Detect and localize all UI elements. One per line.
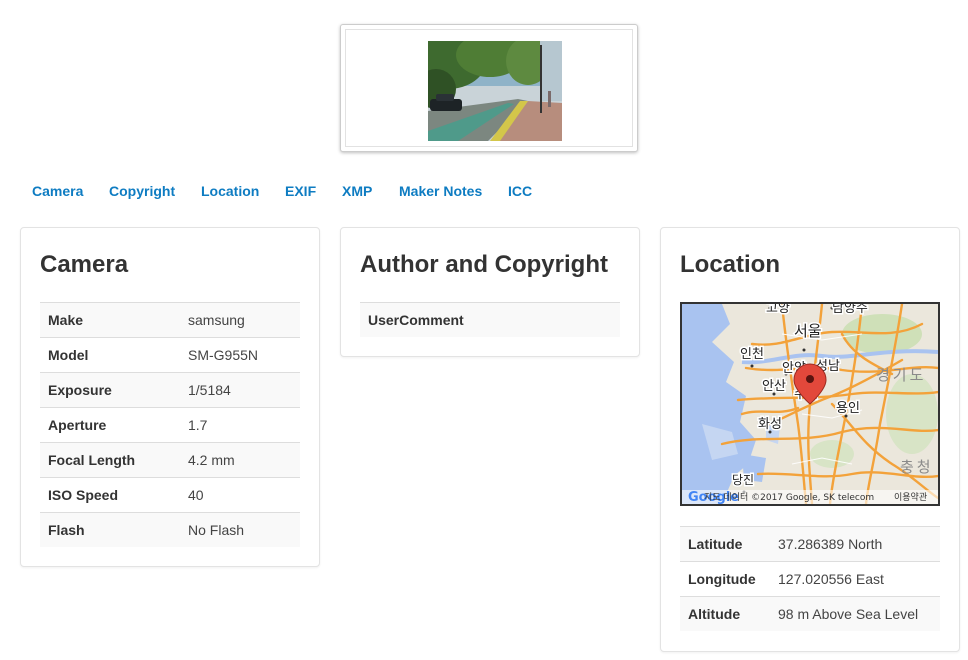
tab-maker-notes[interactable]: Maker Notes xyxy=(399,183,482,199)
table-row: Altitude 98 m Above Sea Level xyxy=(680,596,940,631)
row-value: 1.7 xyxy=(180,407,300,443)
tab-icc[interactable]: ICC xyxy=(508,183,532,199)
row-value: 1/5184 xyxy=(180,372,300,408)
row-key: Exposure xyxy=(40,372,180,408)
map-label-dangjin: 당진 xyxy=(732,473,754,487)
row-key: Make xyxy=(40,302,180,338)
map-label-namyangju: 남양주 xyxy=(832,304,868,316)
row-value: 37.286389 North xyxy=(770,526,940,562)
row-value: SM-G955N xyxy=(180,337,300,373)
row-key: Model xyxy=(40,337,180,373)
map-label-yongin: 용인 xyxy=(836,401,860,416)
row-key: Longitude xyxy=(680,561,770,597)
row-key: Focal Length xyxy=(40,442,180,478)
tab-camera[interactable]: Camera xyxy=(32,183,83,199)
row-key: ISO Speed xyxy=(40,477,180,513)
location-panel-title: Location xyxy=(680,251,780,278)
tab-location[interactable]: Location xyxy=(201,183,259,199)
table-row: Aperture 1.7 xyxy=(40,407,300,443)
photo-thumbnail-frame xyxy=(340,24,638,152)
location-table: Latitude 37.286389 North Longitude 127.0… xyxy=(680,526,940,631)
copyright-table: UserComment xyxy=(360,302,620,337)
photo-thumbnail[interactable] xyxy=(428,41,562,141)
map-attribution: 지도 데이터 ©2017 Google, SK telecom xyxy=(704,492,874,503)
table-row: Flash No Flash xyxy=(40,512,300,547)
table-row: Model SM-G955N xyxy=(40,337,300,373)
table-row: Latitude 37.286389 North xyxy=(680,526,940,562)
location-map[interactable]: 고양 남양주 서울 인천 안양 성남 안산 수원 용인 화성 당진 경기도 충청 xyxy=(680,302,940,506)
copyright-panel-title: Author and Copyright xyxy=(360,251,608,278)
row-key: Latitude xyxy=(680,526,770,562)
copyright-panel: Author and Copyright UserComment xyxy=(340,227,640,357)
row-value: 4.2 mm xyxy=(180,442,300,478)
tab-xmp[interactable]: XMP xyxy=(342,183,372,199)
row-value: 127.020556 East xyxy=(770,561,940,597)
table-row: Focal Length 4.2 mm xyxy=(40,442,300,478)
map-label-hwaseong: 화성 xyxy=(758,417,782,432)
camera-table: Make samsung Model SM-G955N Exposure 1/5… xyxy=(40,302,300,547)
row-key: Flash xyxy=(40,512,180,547)
row-key: Altitude xyxy=(680,596,770,631)
row-value: 98 m Above Sea Level xyxy=(770,596,940,631)
tab-copyright[interactable]: Copyright xyxy=(109,183,175,199)
table-row: Longitude 127.020556 East xyxy=(680,561,940,597)
map-terms-link[interactable]: 이용약관 xyxy=(894,491,927,503)
row-value xyxy=(500,302,620,337)
table-row: UserComment xyxy=(360,302,620,337)
camera-panel: Camera Make samsung Model SM-G955N Expos… xyxy=(20,227,320,567)
map-label-goyang: 고양 xyxy=(766,304,790,316)
map-label-ansan: 안산 xyxy=(762,379,786,394)
table-row: Make samsung xyxy=(40,302,300,338)
map-label-incheon: 인천 xyxy=(740,347,764,362)
map-label-seoul: 서울 xyxy=(794,322,822,340)
row-value: samsung xyxy=(180,302,300,338)
camera-panel-title: Camera xyxy=(40,251,129,278)
tab-exif[interactable]: EXIF xyxy=(285,183,316,199)
map-label-gyeonggi: 경기도 xyxy=(876,366,926,384)
table-row: Exposure 1/5184 xyxy=(40,372,300,408)
table-row: ISO Speed 40 xyxy=(40,477,300,513)
photo-thumbnail-inner xyxy=(345,29,633,147)
map-label-chungcheong: 충청 xyxy=(900,458,934,476)
location-panel: Location 고양 남양주 서울 인천 안양 성남 안산 용인 화성 당진 … xyxy=(660,227,960,652)
row-value: No Flash xyxy=(180,512,300,547)
row-value: 40 xyxy=(180,477,300,513)
row-key: Aperture xyxy=(40,407,180,443)
row-key: UserComment xyxy=(360,302,500,337)
